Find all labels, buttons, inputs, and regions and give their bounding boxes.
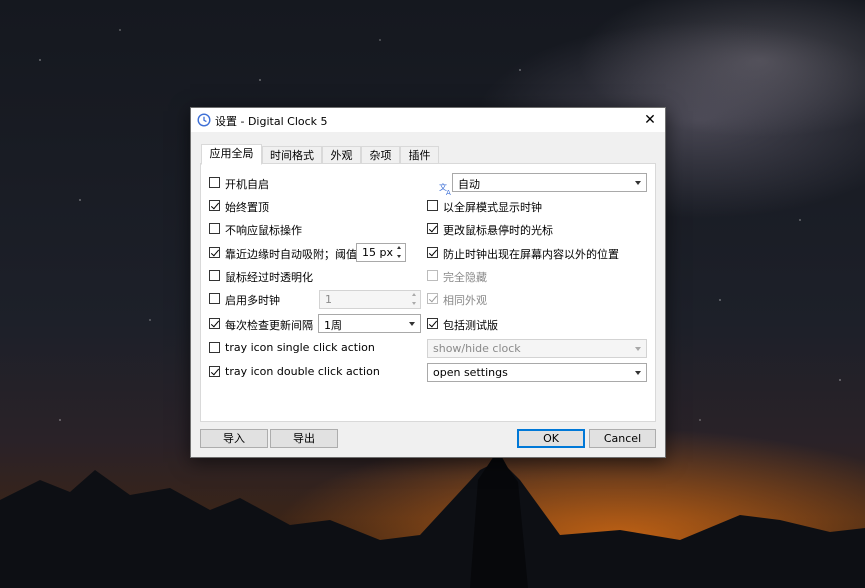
spin-down-icon[interactable] — [409, 300, 420, 308]
chevron-down-icon — [635, 347, 641, 351]
window-title: 设置 - Digital Clock 5 — [215, 115, 328, 128]
tray-single-action-select[interactable]: show/hide clock — [427, 339, 647, 358]
tab-misc[interactable]: 杂项 — [361, 146, 400, 164]
update-interval-select[interactable]: 1周 — [318, 314, 421, 333]
title-bar[interactable]: 设置 - Digital Clock 5 ✕ — [191, 108, 665, 132]
tab-appearance[interactable]: 外观 — [322, 146, 361, 164]
spin-up-icon[interactable] — [409, 291, 420, 299]
svg-text:A: A — [446, 189, 451, 196]
tray-double-action-select[interactable]: open settings — [427, 363, 647, 382]
close-icon: ✕ — [644, 112, 656, 128]
chevron-down-icon — [635, 181, 641, 185]
translate-icon: 文 A — [439, 182, 451, 196]
spin-up-icon[interactable] — [394, 244, 405, 252]
close-button[interactable]: ✕ — [635, 108, 665, 132]
cancel-button[interactable]: Cancel — [589, 429, 656, 448]
clock-count-spinbox[interactable]: 1 — [319, 290, 421, 309]
tab-app-global[interactable]: 应用全局 — [201, 144, 262, 165]
tab-panel-app-global: 开机自启 始终置顶 不响应鼠标操作 靠近边缘时自动吸附；阈值 15 px 鼠标经… — [200, 163, 656, 422]
language-select[interactable]: 自动 — [452, 173, 647, 192]
dialog-body: 应用全局 时间格式 外观 杂项 插件 开机自启 始终置顶 不响应鼠标操作 靠近边… — [191, 132, 665, 457]
chevron-down-icon — [635, 371, 641, 375]
chevron-down-icon — [409, 322, 415, 326]
clock-icon — [197, 113, 211, 127]
settings-dialog: 设置 - Digital Clock 5 ✕ 应用全局 时间格式 外观 杂项 插… — [190, 107, 666, 458]
snap-threshold-spinbox[interactable]: 15 px — [356, 243, 406, 262]
export-button[interactable]: 导出 — [270, 429, 338, 448]
mountain-silhouette — [0, 450, 865, 588]
spin-down-icon[interactable] — [394, 253, 405, 261]
import-button[interactable]: 导入 — [200, 429, 268, 448]
ok-button[interactable]: OK — [517, 429, 585, 448]
tab-plugins[interactable]: 插件 — [400, 146, 439, 164]
tab-time-format[interactable]: 时间格式 — [262, 146, 322, 164]
